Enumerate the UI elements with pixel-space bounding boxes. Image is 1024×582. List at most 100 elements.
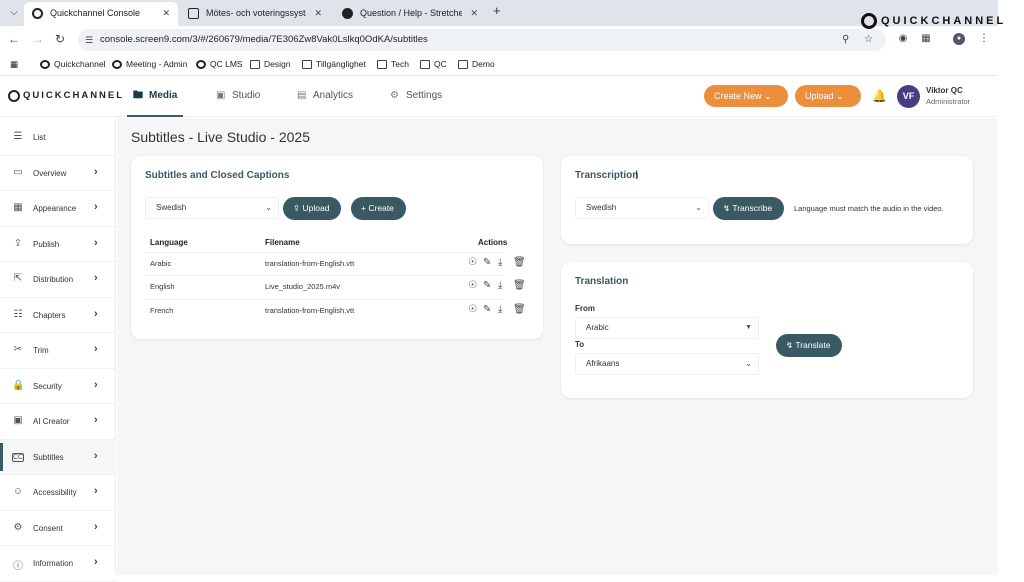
sidebar-item-accessibility[interactable]: ☺ Accessibility › xyxy=(0,475,116,511)
chevron-down-icon: ⌄ xyxy=(695,203,702,212)
accessibility-icon: ☺ xyxy=(12,486,24,497)
translate-to-select[interactable]: Afrikaans ⌄ xyxy=(575,353,759,375)
avatar[interactable]: VF xyxy=(897,85,920,108)
download-icon[interactable]: ⤓ xyxy=(498,304,502,315)
translate-button[interactable]: ↯ Translate xyxy=(776,334,843,357)
subtitle-language-select[interactable]: Swedish ⌄ xyxy=(145,197,279,219)
chevron-right-icon: › xyxy=(94,485,98,497)
bookmark-meeting-admin[interactable]: Meeting - Admin xyxy=(112,58,187,71)
quickchannel-favicon-icon xyxy=(32,8,43,19)
studio-icon: ▣ xyxy=(216,90,226,101)
delete-icon[interactable]: 🗑 xyxy=(513,304,526,315)
back-icon[interactable]: ← xyxy=(8,32,20,46)
row-filename: translation-from-English.vtt xyxy=(265,259,355,268)
nav-tab-analytics[interactable]: ▤ Analytics xyxy=(297,77,353,117)
delete-icon[interactable]: 🗑 xyxy=(513,257,526,268)
sidebar-item-subtitles[interactable]: CC Subtitles › xyxy=(0,439,116,475)
sidebar-item-information[interactable]: ⓘ Information › xyxy=(0,546,116,582)
nav-tab-media[interactable]: 🖿 Media xyxy=(126,77,184,117)
upload-subtitle-button[interactable]: ⇪ Upload xyxy=(283,197,342,220)
close-tab-icon[interactable]: ✕ xyxy=(470,2,478,24)
download-icon[interactable]: ⤓ xyxy=(498,257,502,268)
view-icon[interactable]: ☉ xyxy=(468,257,477,268)
new-tab-icon[interactable]: + xyxy=(493,3,501,18)
bookmark-qc-lms[interactable]: QC LMS xyxy=(196,58,243,71)
chevron-right-icon: › xyxy=(94,449,98,462)
sidebar-item-consent[interactable]: ⚙ Consent › xyxy=(0,511,116,546)
translate-from-select[interactable]: Arabic ▼ xyxy=(575,317,759,339)
translation-card: Translation From Arabic ▼ To Afrikaans ⌄ ↯… xyxy=(561,262,973,398)
sidebar-item-trim[interactable]: ✂ Trim › xyxy=(0,333,116,369)
info-icon: ⓘ xyxy=(13,561,23,572)
sidebar-item-distribution[interactable]: ⇱ Distribution › xyxy=(0,262,116,298)
nav-tab-studio[interactable]: ▣ Studio xyxy=(216,77,260,117)
app-logo[interactable]: QUICKCHANNEL xyxy=(8,89,124,103)
tab-question-help[interactable]: Question / Help - Stretched gui ✕ xyxy=(334,2,486,26)
forward-icon[interactable]: → xyxy=(32,32,44,46)
sidebar-item-list[interactable]: ☰ List xyxy=(0,120,116,156)
bookmark-tillganglighet[interactable]: Tillgänglighet xyxy=(302,58,366,71)
tab-search-icon[interactable]: ⌵ xyxy=(6,5,22,21)
row-filename: Live_studio_2025.m4v xyxy=(265,282,341,291)
bookmark-quickchannel[interactable]: Quickchannel xyxy=(40,58,106,71)
site-settings-icon[interactable]: ☰ xyxy=(85,29,93,51)
chevron-right-icon: › xyxy=(94,272,98,284)
close-tab-icon[interactable]: ✕ xyxy=(314,2,322,24)
tab-quickchannel-console[interactable]: Quickchannel Console ✕ xyxy=(24,2,178,26)
sidebar-item-chapters[interactable]: ☷ Chapters › xyxy=(0,298,116,333)
zoom-icon[interactable]: ⚲ xyxy=(842,29,849,51)
sidebar-item-ai-creator[interactable]: ▣ AI Creator › xyxy=(0,404,116,440)
subtitles-card-title: Subtitles and Closed Captions xyxy=(145,170,290,181)
create-subtitle-button[interactable]: + Create xyxy=(351,197,406,220)
transcribe-button[interactable]: ↯ Transcribe xyxy=(713,197,785,220)
notification-bell-icon[interactable]: 🔔 xyxy=(872,89,887,103)
chevron-down-icon: ⌄ xyxy=(836,91,844,101)
sidebar-item-overview[interactable]: ▭ Overview › xyxy=(0,156,116,191)
chevron-down-icon: ⌄ xyxy=(745,359,752,368)
quickchannel-icon xyxy=(40,60,50,69)
browser-menu-icon[interactable]: ⋮ xyxy=(978,33,990,45)
upload-menu-button[interactable]: Upload ⌄ xyxy=(795,85,861,107)
bookmark-demo[interactable]: Demo xyxy=(458,58,495,71)
extension-icon[interactable]: ◉ xyxy=(897,33,909,45)
list-icon: ☰ xyxy=(13,131,23,142)
transcription-language-select[interactable]: Swedish ⌄ xyxy=(575,197,709,219)
lock-icon: 🔒 xyxy=(12,379,25,391)
column-header-filename: Filename xyxy=(265,238,300,247)
transcription-card-title: Transcription xyxy=(575,170,639,181)
profile-icon[interactable]: ● xyxy=(953,33,965,45)
row-language: English xyxy=(150,282,175,291)
sidebar-item-security[interactable]: 🔒 Security › xyxy=(0,369,116,404)
nav-tab-settings[interactable]: ⚙ Settings xyxy=(390,77,442,117)
edit-icon[interactable]: ✎ xyxy=(483,304,491,315)
sidebar-item-publish[interactable]: ⇪ Publish › xyxy=(0,227,116,262)
chevron-right-icon: › xyxy=(94,307,98,320)
sidebar: ☰ List ▭ Overview › ▦ Appearance › ⇪ Publish › … xyxy=(0,118,116,582)
reload-icon[interactable]: ↻ xyxy=(55,32,65,46)
closed-captions-icon: CC xyxy=(12,452,24,462)
url-input[interactable]: ☰ console.screen9.com/3/#/260679/media/7… xyxy=(78,29,886,51)
extensions-puzzle-icon[interactable]: ▦ xyxy=(920,33,932,45)
bookmark-star-icon[interactable]: ☆ xyxy=(864,29,873,51)
edit-icon[interactable]: ✎ xyxy=(483,257,491,268)
chevron-right-icon: › xyxy=(94,378,98,391)
quickchannel-icon xyxy=(112,60,122,69)
upload-icon: ⇪ xyxy=(13,237,23,249)
view-icon[interactable]: ☉ xyxy=(468,304,477,315)
download-icon[interactable]: ⤓ xyxy=(498,280,502,291)
browser-window: ⌵ Quickchannel Console ✕ Mötes- och vote… xyxy=(0,0,998,582)
apps-grid-icon[interactable]: ▦ xyxy=(10,58,18,71)
bookmark-design[interactable]: Design xyxy=(250,58,290,71)
bookmark-qc[interactable]: QC xyxy=(420,58,447,71)
bookmark-tech[interactable]: Tech xyxy=(377,58,409,71)
edit-icon[interactable]: ✎ xyxy=(483,280,491,291)
view-icon[interactable]: ☉ xyxy=(468,280,477,291)
create-new-button[interactable]: Create New ⌄ xyxy=(704,85,788,107)
delete-icon[interactable]: 🗑 xyxy=(513,280,526,291)
transcription-card: Transcription I Swedish ⌄ ↯ Transcribe La… xyxy=(561,156,973,244)
folder-icon xyxy=(377,60,387,69)
tab-motes-system[interactable]: Mötes- och voteringssystem | C ✕ xyxy=(180,2,330,26)
folder-icon xyxy=(302,60,312,69)
sidebar-item-appearance[interactable]: ▦ Appearance › xyxy=(0,191,116,227)
close-tab-icon[interactable]: ✕ xyxy=(162,2,170,24)
